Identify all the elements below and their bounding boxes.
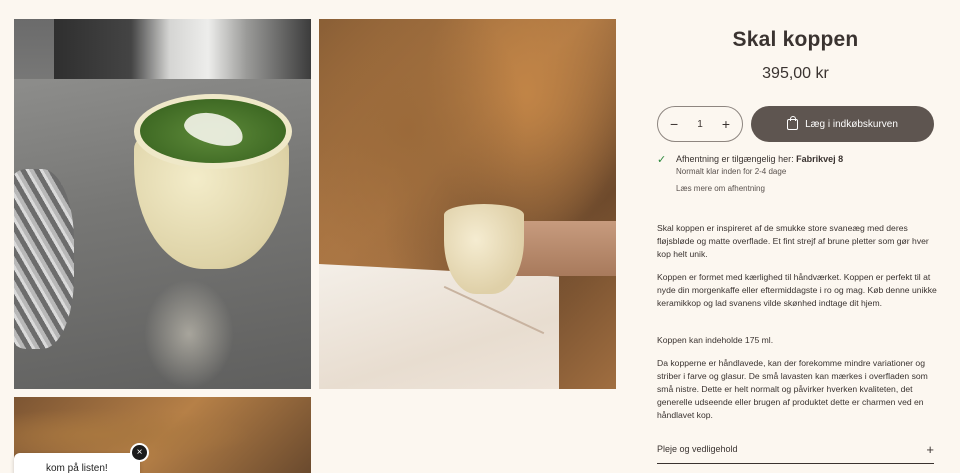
quantity-stepper: − 1 +	[657, 106, 743, 142]
wishlist-label: kom på listen!	[46, 463, 108, 473]
plus-icon: +	[926, 441, 934, 457]
quantity-value[interactable]: 1	[697, 119, 703, 130]
product-title: Skal koppen	[732, 28, 859, 51]
pickup-info-link[interactable]: Læs mere om afhentning	[676, 184, 765, 193]
product-gallery	[14, 19, 616, 473]
description-paragraph: Koppen kan indeholde 175 ml.	[657, 335, 774, 345]
add-to-cart-button[interactable]: Læg i indkøbskurven	[751, 106, 934, 142]
description-paragraph: Da kopperne er håndlavede, kan der forek…	[657, 358, 928, 420]
cup-reflection	[144, 279, 234, 389]
bag-icon	[787, 115, 799, 130]
care-accordion[interactable]: Pleje og vedligehold +	[657, 437, 934, 464]
close-icon[interactable]: ×	[132, 445, 147, 460]
pickup-eta: Normalt klar inden for 2-4 dage	[676, 167, 787, 176]
background-window	[54, 19, 311, 79]
description-paragraph: Skal koppen er inspireret af de smukke s…	[657, 223, 929, 259]
plus-button[interactable]: +	[722, 116, 730, 132]
product-price: 395,00 kr	[762, 65, 829, 82]
silver-bowl	[14, 169, 74, 349]
pickup-text: Afhentning er tilgængelig her:	[676, 154, 797, 164]
wishlist-popup[interactable]: kom på listen!	[14, 453, 140, 473]
cup-image-held	[444, 204, 524, 294]
pickup-availability: Afhentning er tilgængelig her: Fabrikvej…	[676, 154, 843, 164]
product-image-hand[interactable]	[319, 19, 616, 389]
marble-slab	[319, 264, 559, 389]
pickup-location: Fabrikvej 8	[796, 154, 844, 164]
description-paragraph: Koppen er formet med kærlighed til håndv…	[657, 272, 937, 308]
product-image-matcha[interactable]	[14, 19, 311, 389]
minus-button[interactable]: −	[670, 116, 678, 132]
check-icon: ✓	[657, 154, 667, 166]
add-to-cart-label: Læg i indkøbskurven	[805, 118, 898, 130]
accordion-label: Pleje og vedligehold	[657, 444, 738, 454]
